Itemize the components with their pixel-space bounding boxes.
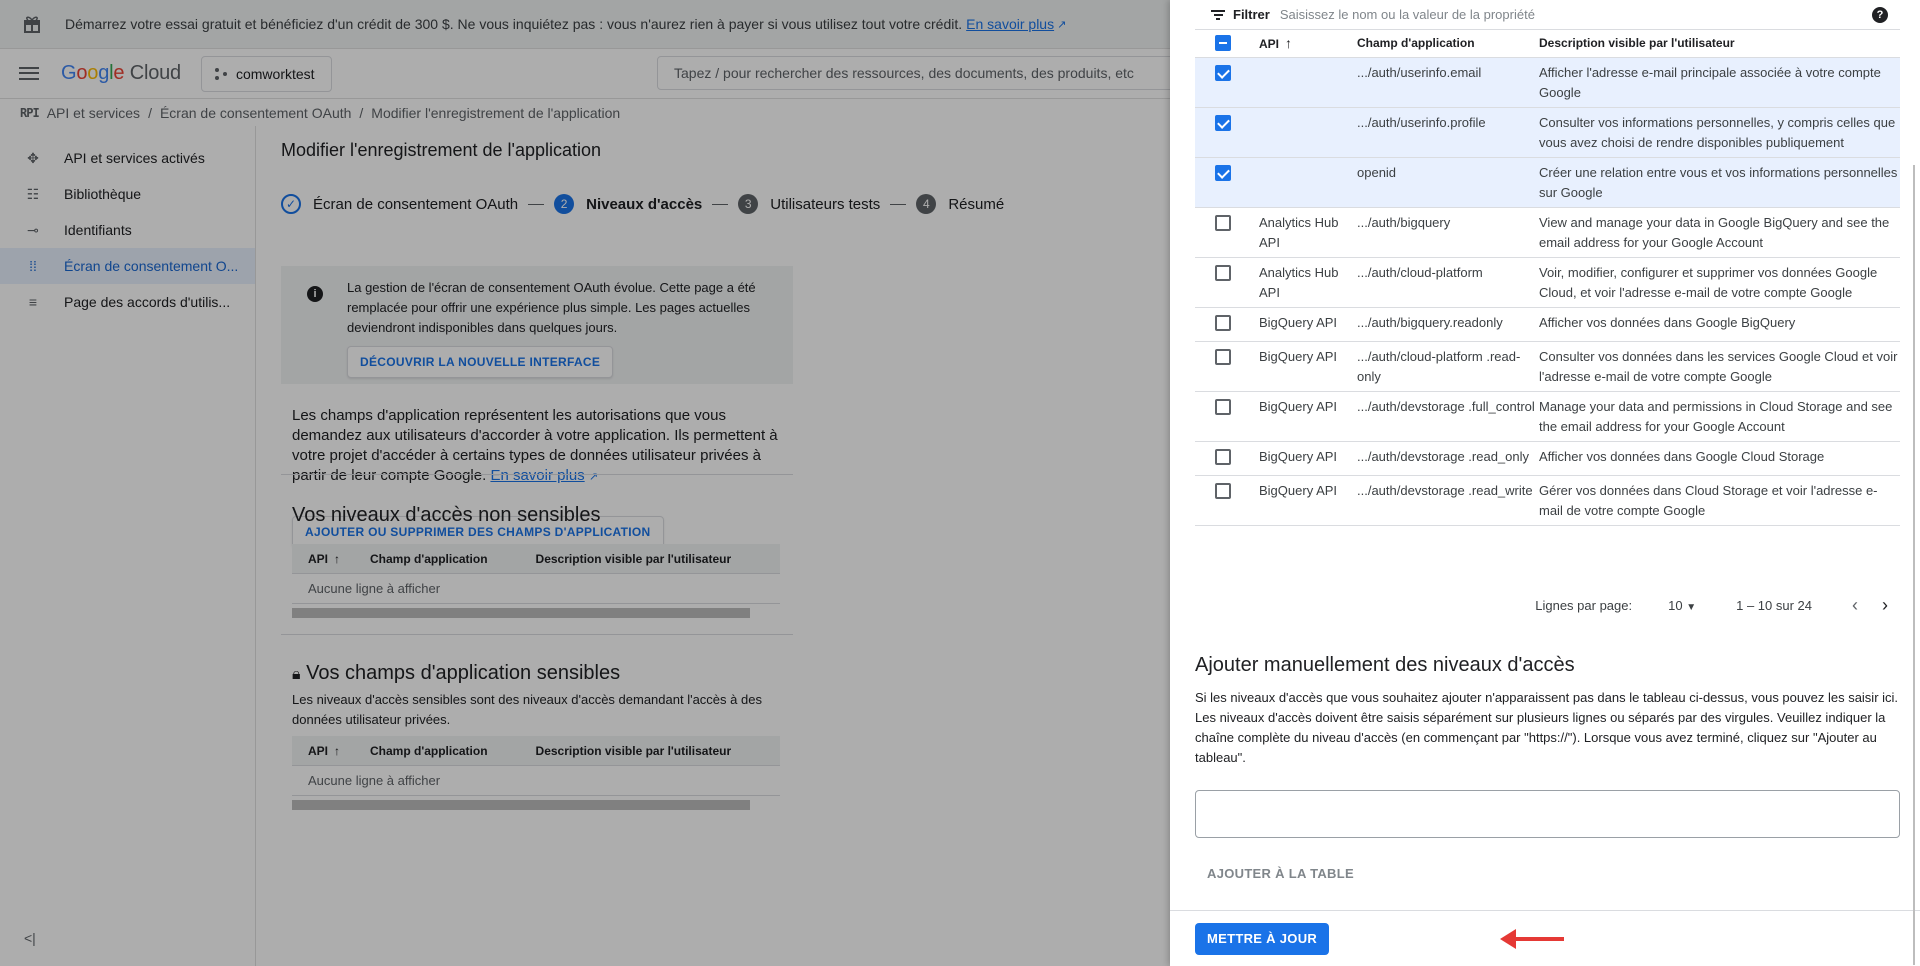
prev-page-icon[interactable]: ‹: [1840, 595, 1870, 616]
divider: [1170, 910, 1920, 911]
table-row[interactable]: BigQuery API .../auth/devstorage .read_wr…: [1195, 475, 1900, 526]
col-description: Description visible par l'utilisateur: [1539, 30, 1900, 58]
row-description: Afficher vos données dans Google BigQuer…: [1539, 307, 1900, 342]
row-api: [1259, 157, 1357, 208]
row-description: View and manage your data in Google BigQ…: [1539, 207, 1900, 258]
manual-add-title: Ajouter manuellement des niveaux d'accès: [1195, 654, 1575, 676]
row-description: Consulter vos données dans les services …: [1539, 341, 1900, 392]
row-description: Voir, modifier, configurer et supprimer …: [1539, 257, 1900, 308]
filter-input[interactable]: Saisissez le nom ou la valeur de la prop…: [1280, 7, 1535, 22]
row-scope: .../auth/cloud-platform: [1357, 257, 1539, 308]
next-page-icon[interactable]: ›: [1870, 595, 1900, 616]
rows-per-page-select[interactable]: 10 ▼: [1668, 598, 1696, 613]
update-scopes-panel: Filtrer Saisissez le nom ou la valeur de…: [1170, 0, 1920, 966]
red-arrow-annotation: [1500, 929, 1564, 949]
row-api: BigQuery API: [1259, 391, 1357, 442]
row-checkbox[interactable]: [1215, 398, 1231, 415]
table-row[interactable]: .../auth/userinfo.email Afficher l'adress…: [1195, 57, 1900, 108]
row-api: BigQuery API: [1259, 341, 1357, 392]
col-api[interactable]: API ↑: [1259, 30, 1357, 58]
row-api: Analytics Hub API: [1259, 207, 1357, 258]
row-checkbox[interactable]: [1215, 482, 1231, 499]
filter-bar[interactable]: Filtrer Saisissez le nom ou la valeur de…: [1195, 0, 1900, 30]
row-scope: .../auth/bigquery: [1357, 207, 1539, 258]
row-description: Gérer vos données dans Cloud Storage et …: [1539, 475, 1900, 526]
row-checkbox[interactable]: [1215, 64, 1231, 81]
row-api: BigQuery API: [1259, 475, 1357, 526]
row-api: [1259, 57, 1357, 108]
row-scope: .../auth/userinfo.profile: [1357, 107, 1539, 158]
dropdown-arrow-icon: ▼: [1686, 601, 1697, 613]
table-row[interactable]: BigQuery API .../auth/devstorage .full_co…: [1195, 391, 1900, 442]
row-checkbox[interactable]: [1215, 164, 1231, 181]
sort-asc-icon[interactable]: ↑: [1285, 35, 1292, 51]
row-scope: .../auth/userinfo.email: [1357, 57, 1539, 108]
row-description: Consulter vos informations personnelles,…: [1539, 107, 1900, 158]
row-checkbox[interactable]: [1215, 348, 1231, 365]
row-scope: .../auth/devstorage .read_only: [1357, 441, 1539, 476]
row-description: Manage your data and permissions in Clou…: [1539, 391, 1900, 442]
row-scope: .../auth/bigquery.readonly: [1357, 307, 1539, 342]
table-row[interactable]: Analytics Hub API .../auth/bigquery View a…: [1195, 207, 1900, 258]
table-row[interactable]: .../auth/userinfo.profile Consulter vos i…: [1195, 107, 1900, 158]
table-row[interactable]: Analytics Hub API .../auth/cloud-platform…: [1195, 257, 1900, 308]
row-checkbox[interactable]: [1215, 214, 1231, 231]
manual-scopes-textarea[interactable]: [1195, 790, 1900, 838]
manual-add-description: Si les niveaux d'accès que vous souhaite…: [1195, 690, 1899, 765]
add-to-table-button[interactable]: AJOUTER À LA TABLE: [1195, 858, 1366, 890]
select-all-checkbox[interactable]: [1215, 34, 1231, 51]
row-checkbox[interactable]: [1215, 264, 1231, 281]
row-scope: .../auth/devstorage .full_control: [1357, 391, 1539, 442]
table-row[interactable]: openid Créer une relation entre vous et v…: [1195, 157, 1900, 208]
rows-per-page-label: Lignes par page:: [1535, 597, 1633, 613]
table-row[interactable]: BigQuery API .../auth/bigquery.readonly Af…: [1195, 307, 1900, 342]
row-api: BigQuery API: [1259, 307, 1357, 342]
row-scope: .../auth/devstorage .read_write: [1357, 475, 1539, 526]
update-button[interactable]: METTRE À JOUR: [1195, 923, 1330, 955]
table-row[interactable]: BigQuery API .../auth/devstorage .read_on…: [1195, 441, 1900, 476]
row-api: [1259, 107, 1357, 158]
row-checkbox[interactable]: [1215, 448, 1231, 465]
row-description: Afficher l'adresse e-mail principale ass…: [1539, 57, 1900, 108]
row-scope: .../auth/cloud-platform .read-only: [1357, 341, 1539, 392]
row-checkbox[interactable]: [1215, 114, 1231, 131]
vertical-scrollbar[interactable]: [1913, 165, 1915, 965]
pagination: Lignes par page: 10 ▼ 1 – 10 sur 24 ‹ ›: [1195, 590, 1900, 620]
row-checkbox[interactable]: [1215, 314, 1231, 331]
table-row[interactable]: BigQuery API .../auth/cloud-platform .rea…: [1195, 341, 1900, 392]
filter-label: Filtrer: [1233, 7, 1270, 22]
col-scope: Champ d'application: [1357, 30, 1539, 58]
scopes-table: API ↑ Champ d'application Description vis…: [1195, 30, 1900, 526]
help-icon[interactable]: ?: [1872, 7, 1888, 23]
row-api: BigQuery API: [1259, 441, 1357, 476]
row-api: Analytics Hub API: [1259, 257, 1357, 308]
row-description: Afficher vos données dans Google Cloud S…: [1539, 441, 1900, 476]
filter-icon: [1211, 9, 1225, 20]
modal-backdrop[interactable]: [0, 0, 1170, 966]
row-description: Créer une relation entre vous et vos inf…: [1539, 157, 1900, 208]
page-range: 1 – 10 sur 24: [1736, 597, 1812, 613]
row-scope: openid: [1357, 157, 1539, 208]
